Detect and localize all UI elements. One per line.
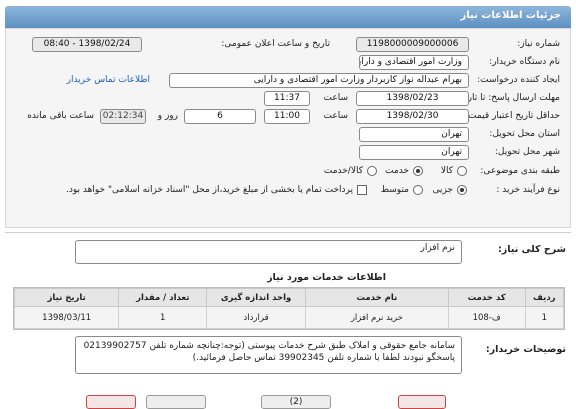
cell-qty: 1 xyxy=(118,306,208,329)
process-option-medium: متوسط xyxy=(380,185,409,195)
general-desc-field: نرم افزار xyxy=(75,240,462,264)
buyer-label: نام دستگاه خریدار: xyxy=(489,57,560,67)
col-row-header: ردیف xyxy=(524,288,565,307)
validity-date-field: 1398/02/30 xyxy=(356,109,469,124)
announce-label: تاریخ و ساعت اعلان عمومی: xyxy=(221,39,330,49)
reply-deadline-label: مهلت ارسال پاسخ: تا تاریخ: xyxy=(456,93,560,103)
days-field: 6 xyxy=(184,109,256,124)
process-radio-medium[interactable] xyxy=(413,185,423,195)
days-label: روز و xyxy=(157,111,178,121)
announce-field: 1398/02/24 - 08:40 xyxy=(32,37,142,52)
city-label: شهر محل تحویل: xyxy=(494,147,560,157)
treasury-checkbox[interactable] xyxy=(357,185,367,195)
process-radio-minor[interactable] xyxy=(457,185,467,195)
table-row: 1 ف-108 خرید نرم افزار قرارداد 1 1398/03… xyxy=(13,306,565,329)
col-name-header: نام خدمت xyxy=(304,288,449,307)
general-desc-label: شرح کلی نیاز: xyxy=(497,244,566,255)
cell-code: ف-108 xyxy=(447,306,526,329)
cell-date: 1398/03/11 xyxy=(13,306,120,329)
details-panel: شماره نیاز: 1198000009000006 تاریخ و ساع… xyxy=(5,28,571,228)
reply-time-field: 11:37 xyxy=(264,91,310,106)
process-option-minor: جزیی xyxy=(432,185,453,195)
category-option-service: خدمت xyxy=(385,166,409,176)
cell-row: 1 xyxy=(524,306,565,329)
need-number-field: 1198000009000006 xyxy=(356,37,469,52)
process-label: نوع فرآیند خرید : xyxy=(496,185,560,195)
divider xyxy=(5,232,571,233)
col-code-header: کد خدمت xyxy=(447,288,526,307)
col-date-header: تاریخ نیاز xyxy=(13,288,120,307)
category-radio-goods[interactable] xyxy=(457,166,467,176)
category-radio-goods-service[interactable] xyxy=(367,166,377,176)
creator-label: ایجاد کننده درخواست: xyxy=(477,75,560,85)
reply-time-label: ساعت xyxy=(323,93,349,103)
city-field: تهران xyxy=(359,145,469,160)
notes-label: توضیحات خریدار: xyxy=(485,344,566,355)
col-qty-header: تعداد / مقدار xyxy=(118,288,208,307)
category-radio-service[interactable] xyxy=(413,166,423,176)
notes-field: سامانه جامع حقوقی و املاک طبق شرح خدمات … xyxy=(75,336,462,374)
payment-note: پرداخت تمام یا بخشی از مبلغ خرید،از محل … xyxy=(65,185,353,195)
table-header-row: ردیف کد خدمت نام خدمت واحد اندازه گیری ت… xyxy=(13,288,565,307)
services-table: ردیف کد خدمت نام خدمت واحد اندازه گیری ت… xyxy=(13,287,565,330)
cell-unit: قرارداد xyxy=(206,306,306,329)
remaining-label: ساعت باقی مانده xyxy=(27,111,94,121)
validity-time-label: ساعت xyxy=(323,111,349,121)
need-number-label: شماره نیاز: xyxy=(517,39,560,49)
province-field: تهران xyxy=(359,127,469,142)
buyer-field: وزارت امور اقتصادی و دارایی xyxy=(359,55,469,70)
validity-time-field: 11:00 xyxy=(264,109,310,124)
remaining-time-field: 02:12:34 xyxy=(100,109,146,124)
category-label: طبقه بندی موضوعی: xyxy=(480,166,560,176)
creator-field: بهرام عبداله نواز کاربردار وزارت امور اق… xyxy=(169,73,469,88)
page-title: جزئیات اطلاعات نیاز xyxy=(5,6,571,28)
reply-date-field: 1398/02/23 xyxy=(356,91,469,106)
col-unit-header: واحد اندازه گیری xyxy=(206,288,306,307)
services-title: اطلاعات خدمات مورد نیاز xyxy=(267,272,386,283)
province-label: استان محل تحویل: xyxy=(489,129,560,139)
category-option-goods-service: کالا/خدمت xyxy=(323,166,363,176)
buyer-contact-link[interactable]: اطلاعات تماس خریدار xyxy=(67,75,150,85)
category-option-goods: کالا xyxy=(440,166,453,176)
cell-name: خرید نرم افزار xyxy=(304,306,449,329)
